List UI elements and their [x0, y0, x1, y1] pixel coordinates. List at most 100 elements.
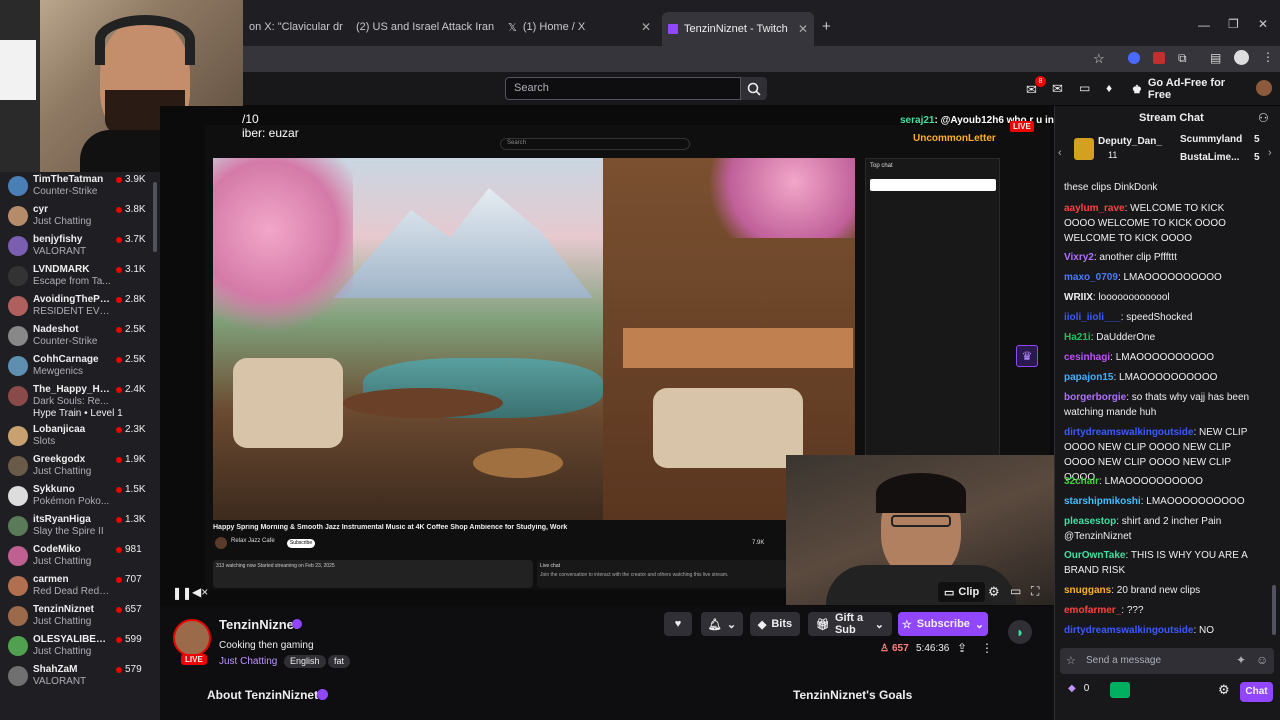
users-icon[interactable]: ⚇: [1258, 111, 1269, 125]
subscribe-button[interactable]: ☆ Subscribe ⌄: [898, 612, 988, 636]
sidebar-scrollbar[interactable]: [153, 182, 157, 252]
sidebar-channel-itsryanhiga[interactable]: itsRyanHiga Slay the Spire II 1.3K: [0, 512, 150, 542]
sidebar-icon[interactable]: ▤: [1210, 51, 1221, 65]
chat-send-button[interactable]: Chat: [1240, 682, 1273, 702]
browser-tab[interactable]: on X: "Clavicular dr... ✕: [243, 14, 343, 40]
channel-points-icon[interactable]: ◗: [1008, 620, 1032, 644]
browser-tab[interactable]: (2) US and Israel Attack Iran - L ✕: [344, 14, 494, 40]
puzzle-icon[interactable]: ⧉: [1178, 51, 1187, 66]
sidebar-channel-cohhcarnage[interactable]: CohhCarnage Mewgenics 2.5K: [0, 352, 150, 382]
chat-username[interactable]: starshipmikoshi: [1064, 496, 1141, 507]
clip-button[interactable]: ▭ Clip: [938, 582, 986, 602]
category-link[interactable]: Just Chatting: [219, 656, 277, 667]
tag-fat[interactable]: fat: [328, 655, 351, 668]
activity-icon[interactable]: ▭: [1079, 81, 1090, 95]
chat-settings-gear-icon[interactable]: ⚙: [1218, 682, 1230, 698]
sidebar-channel-nadeshot[interactable]: Nadeshot Counter-Strike 2.5K: [0, 322, 150, 352]
crown-icon[interactable]: ♛: [1016, 345, 1038, 367]
chat-username[interactable]: cesinhagi: [1064, 352, 1110, 363]
channel-avatar[interactable]: [173, 619, 211, 657]
user-avatar[interactable]: [1256, 80, 1272, 96]
chat-username[interactable]: maxo_0709: [1064, 272, 1118, 283]
bits-button[interactable]: ◆ Bits: [750, 612, 800, 636]
browser-tab[interactable]: 𝕏 (1) Home / X ✕: [502, 14, 657, 40]
channel-name: Lobanjicaa: [33, 424, 86, 435]
viewer-count: 1.3K: [116, 514, 146, 525]
chat-message: emofarmer_: ???: [1064, 603, 1254, 618]
chat-username[interactable]: WRIIX: [1064, 292, 1093, 303]
chat-text: : speedShocked: [1120, 312, 1193, 323]
chat-username[interactable]: snuggans: [1064, 585, 1111, 596]
minimize-icon[interactable]: —: [1198, 18, 1210, 32]
chevron-left-icon[interactable]: ‹: [1058, 147, 1062, 159]
new-tab-button[interactable]: +: [822, 18, 831, 35]
chat-username[interactable]: Vixry2: [1064, 252, 1094, 263]
crown-icon[interactable]: ♦: [1106, 81, 1112, 95]
badge-icon[interactable]: ☆: [1066, 654, 1076, 667]
chat-username[interactable]: dirtydreamswalkingoutside: [1064, 427, 1193, 438]
sparkle-icon[interactable]: ✦: [1236, 653, 1246, 667]
sidebar-channel-greekgodx[interactable]: Greekgodx Just Chatting 1.9K: [0, 452, 150, 482]
ad-free-button[interactable]: ♚ Go Ad-Free for Free: [1132, 77, 1248, 101]
leader-name[interactable]: BustaLime...: [1180, 152, 1239, 163]
more-options-icon[interactable]: ⋮: [981, 641, 993, 655]
close-tab-icon[interactable]: ✕: [798, 22, 808, 36]
sidebar-channel-cyr[interactable]: cyr Just Chatting 3.8K: [0, 202, 150, 232]
close-tab-icon[interactable]: ✕: [641, 20, 651, 34]
chat-scrollbar[interactable]: [1272, 585, 1276, 635]
sidebar-channel-tenzinniznet[interactable]: TenzinNiznet Just Chatting 657: [0, 602, 150, 632]
maximize-icon[interactable]: ❐: [1228, 17, 1239, 31]
gift-sub-button[interactable]: 🎁︎ Gift a Sub ⌄: [808, 612, 892, 636]
emote-icon[interactable]: ☺: [1256, 653, 1268, 667]
search-button[interactable]: [741, 77, 767, 100]
chat-username[interactable]: OurOwnTake: [1064, 550, 1126, 561]
chat-input[interactable]: ☆ Send a message ✦ ☺: [1060, 648, 1274, 674]
chat-username[interactable]: emofarmer_: [1064, 605, 1121, 616]
yt-subscribe-button[interactable]: Subscribe: [287, 539, 315, 548]
chevron-right-icon[interactable]: ›: [1268, 147, 1272, 159]
bookmark-star-icon[interactable]: ☆: [1093, 51, 1105, 67]
menu-icon[interactable]: ⋮: [1262, 50, 1274, 64]
extension-icon[interactable]: [1128, 52, 1140, 64]
channel-points-display[interactable]: ◆ 0: [1068, 683, 1089, 694]
sidebar-channel-sykkuno[interactable]: Sykkuno Pokémon Poko... 1.5K: [0, 482, 150, 512]
chat-username[interactable]: pleasestop: [1064, 516, 1116, 527]
tag-english[interactable]: English: [284, 655, 326, 668]
reward-icon[interactable]: [1110, 682, 1130, 698]
sidebar-channel-olesyaliberm[interactable]: OLESYALIBERM...Just Chatting 599: [0, 632, 150, 662]
notifications-button[interactable]: 🔔︎ ⌄: [701, 612, 743, 636]
volume-icon[interactable]: ◀×: [192, 585, 208, 599]
close-window-icon[interactable]: ✕: [1258, 17, 1268, 31]
sidebar-channel-carmen[interactable]: carmen Red Dead Rede... 707: [0, 572, 150, 602]
chat-username[interactable]: 32chair: [1064, 476, 1099, 487]
extension-icon[interactable]: [1153, 52, 1165, 64]
chat-username[interactable]: papajon15: [1064, 372, 1113, 383]
share-icon[interactable]: ⇪: [957, 641, 967, 655]
sidebar-channel-benjyfishy[interactable]: benjyfishy VALORANT 3.7K: [0, 232, 150, 262]
profile-avatar[interactable]: [1234, 50, 1249, 65]
sidebar-channel-shahzam[interactable]: ShahZaM VALORANT 579: [0, 662, 150, 692]
chat-username[interactable]: dirtydreamswalkingoutside: [1064, 625, 1193, 636]
chat-username[interactable]: borgerborgie: [1064, 392, 1126, 403]
channel-name[interactable]: TenzinNiznet: [219, 617, 298, 632]
chat-username[interactable]: aaylum_rave: [1064, 203, 1125, 214]
yt-search-input[interactable]: Search: [500, 138, 690, 150]
chat-username[interactable]: iioli_iioli___: [1064, 312, 1121, 323]
follow-heart-button[interactable]: ♥: [664, 612, 692, 636]
leader-name[interactable]: Scummyland: [1180, 134, 1242, 145]
whispers-icon[interactable]: ✉: [1052, 81, 1063, 97]
live-chat-label: Live chat: [540, 563, 561, 569]
sidebar-channel-codemiko[interactable]: CodeMiko Just Chatting 981: [0, 542, 150, 572]
chat-username[interactable]: Ha21i: [1064, 332, 1091, 343]
sidebar-channel-lobanjicaa[interactable]: Lobanjicaa Slots 2.3K: [0, 422, 150, 452]
fullscreen-icon[interactable]: ⛶: [1031, 584, 1039, 599]
settings-gear-icon[interactable]: ⚙: [988, 584, 1000, 600]
browser-tab-active[interactable]: TenzinNiznet - Twitch ✕: [662, 12, 814, 46]
sidebar-channel-lvndmark[interactable]: LVNDMARK Escape from Ta... 3.1K: [0, 262, 150, 292]
pause-icon[interactable]: ❚❚: [172, 586, 192, 600]
sidebar-channel-timthetatman[interactable]: TimTheTatman Counter-Strike 3.9K: [0, 172, 150, 202]
leader-name[interactable]: Deputy_Dan_: [1098, 136, 1162, 147]
sidebar-channel-avoidingthepu[interactable]: AvoidingThePu... RESIDENT EVIL... 2.8K: [0, 292, 150, 322]
search-input[interactable]: Search: [505, 77, 741, 100]
theatre-mode-icon[interactable]: ▭: [1010, 584, 1021, 598]
